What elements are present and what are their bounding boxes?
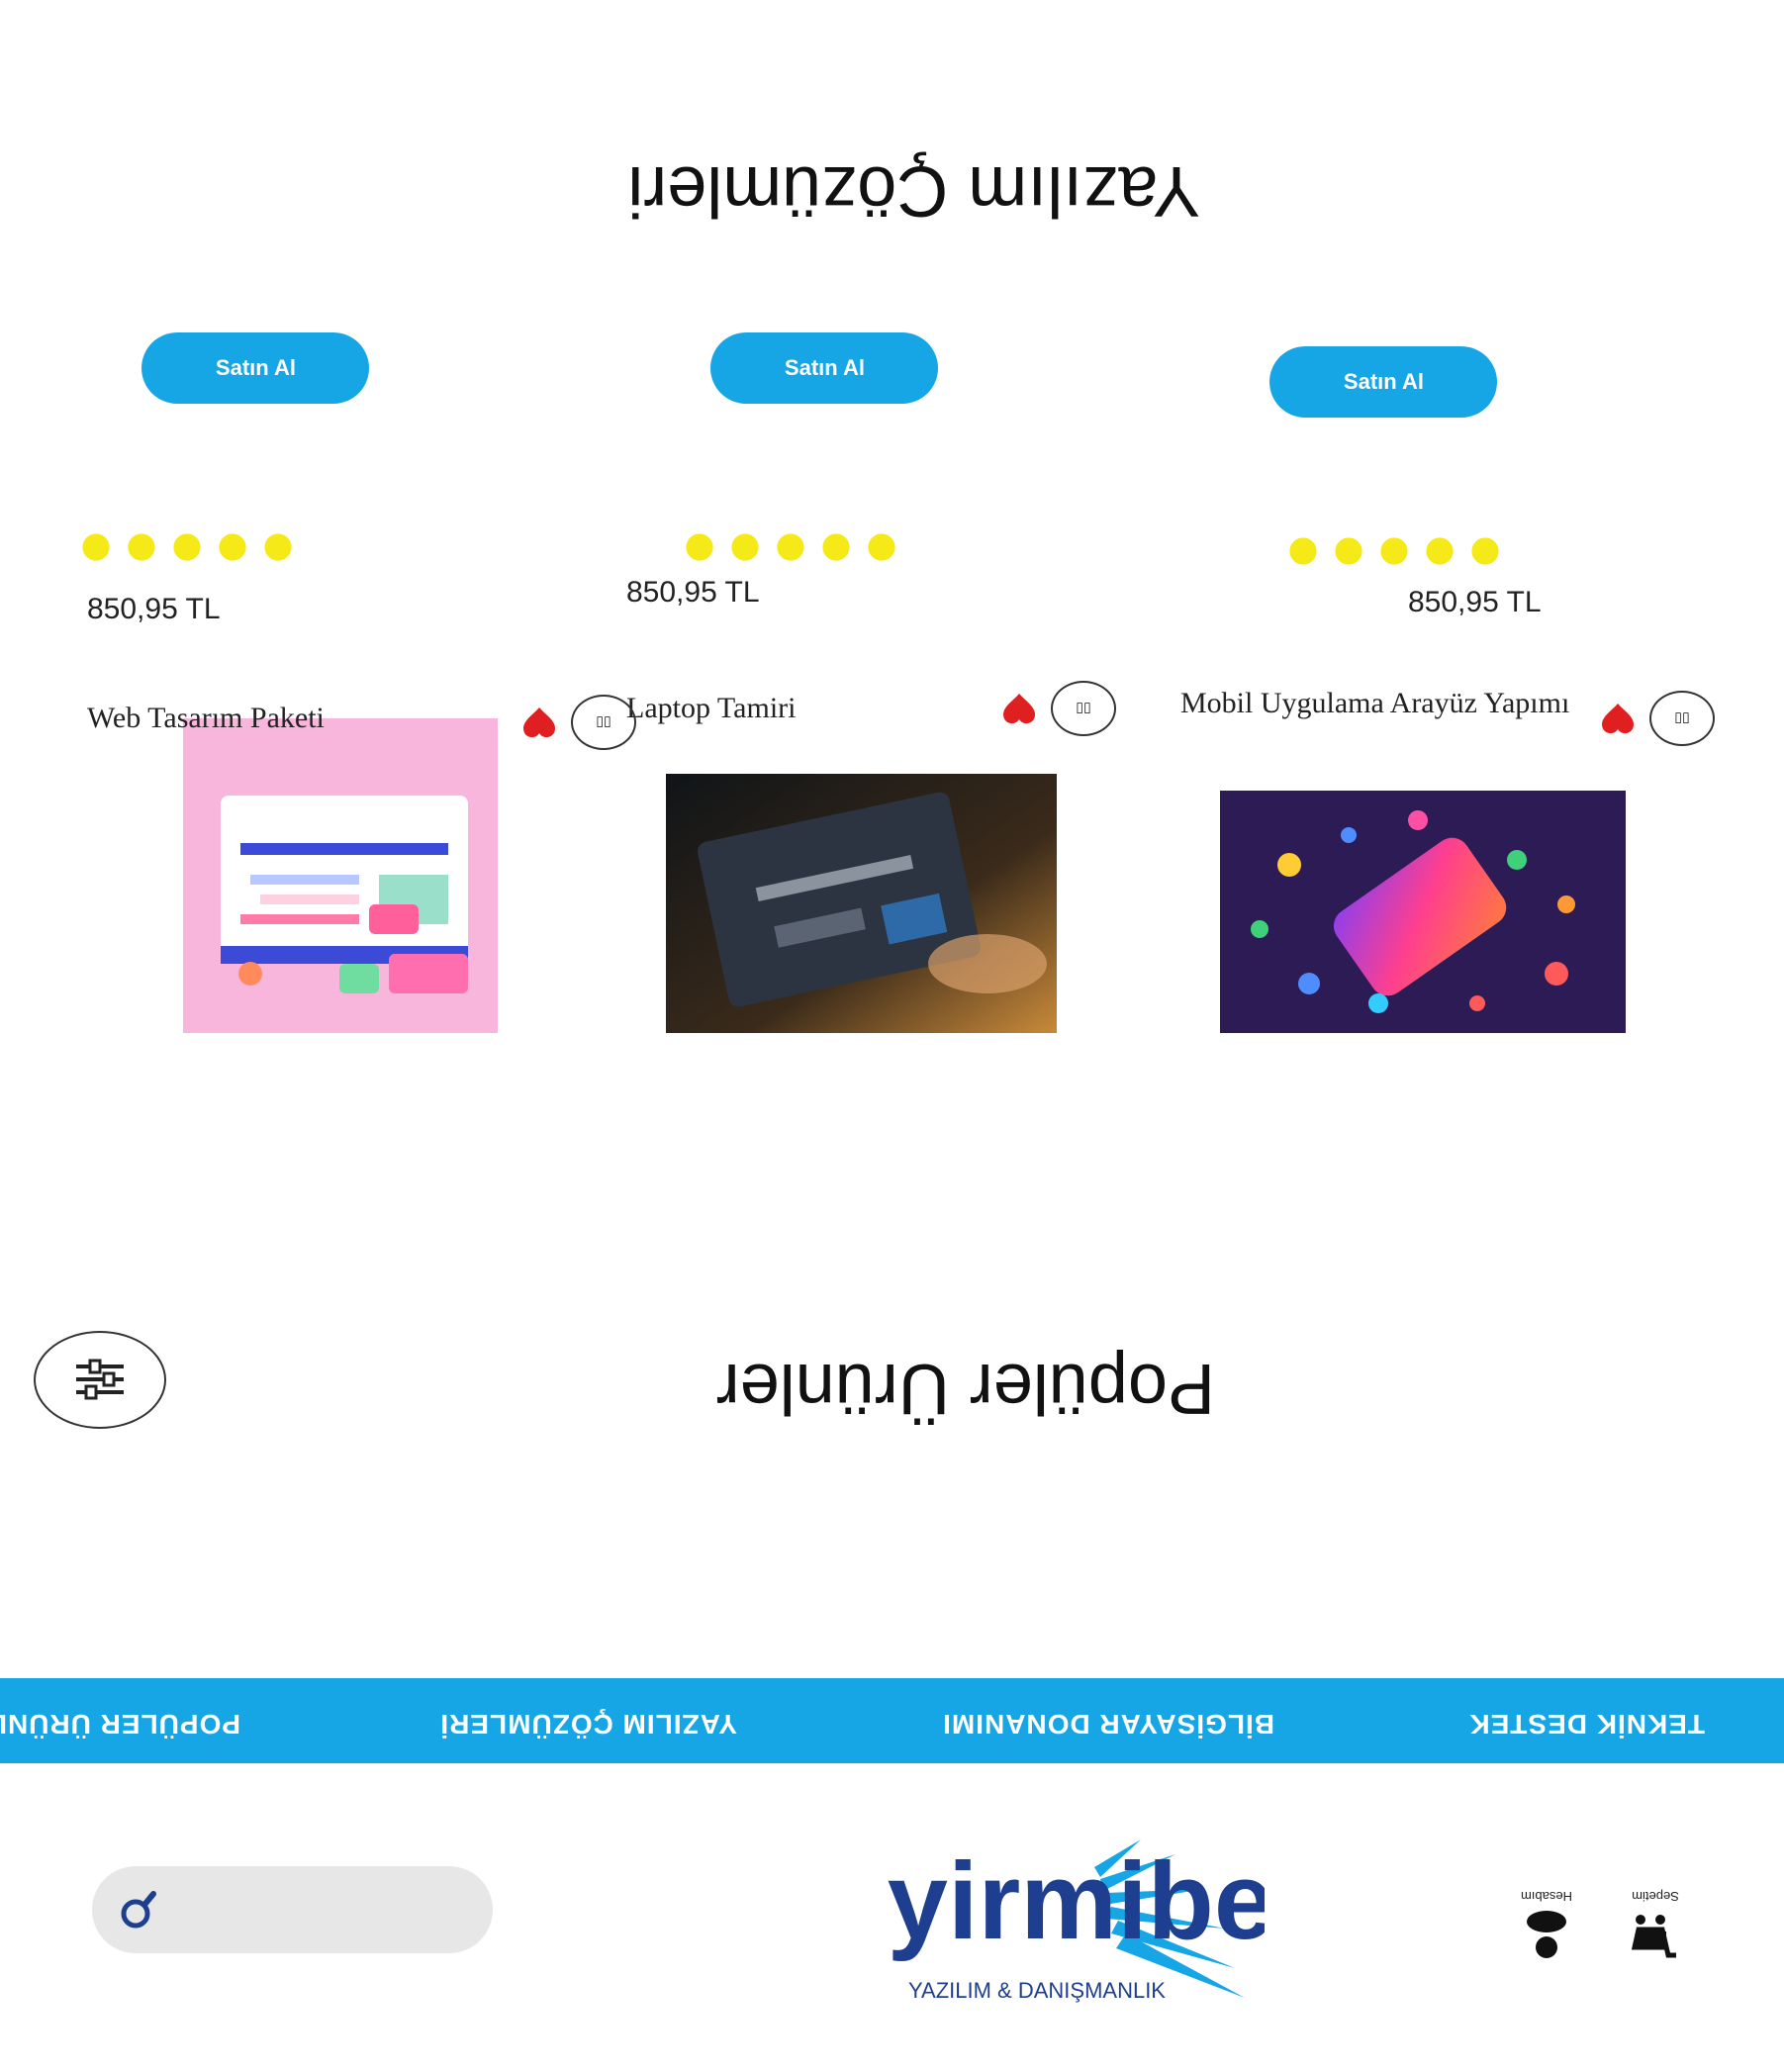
search-input[interactable] [162, 1886, 463, 1931]
buy-button[interactable]: Satın Al [141, 332, 369, 404]
account-label: Hesabım [1520, 1889, 1573, 1904]
filter-button[interactable] [34, 1331, 166, 1429]
buy-button-label: Satın Al [215, 355, 296, 380]
heart-icon[interactable] [1600, 702, 1636, 735]
star-icon [1380, 537, 1408, 565]
star-icon [82, 533, 110, 561]
star-icon [128, 533, 155, 561]
star-icon [686, 533, 713, 561]
product-name[interactable]: Laptop Tamiri [626, 692, 796, 725]
product-rating [79, 530, 295, 564]
header-actions: Sepetim Hesabım [1512, 1884, 1690, 1963]
search-bar [92, 1866, 493, 1953]
star-icon [731, 533, 759, 561]
product-image[interactable] [1220, 791, 1626, 1033]
star-icon [822, 533, 850, 561]
cart-icon [1631, 1915, 1676, 1958]
nav-item-popular[interactable]: POPÜLER ÜRÜNLER [0, 1708, 240, 1740]
logo-subtitle: YAZILIM & DANIŞMANLIK [908, 1978, 1166, 2003]
nav-item-hardware[interactable]: BİLGİSAYAR DONANIMI [942, 1708, 1274, 1740]
search-icon[interactable] [116, 1888, 159, 1931]
product-price: 850,95 TL [626, 576, 760, 609]
product-actions: ▯▯ [521, 695, 636, 750]
buy-button-label: Satın Al [784, 355, 865, 380]
nav-item-software[interactable]: YAZILIM ÇÖZÜMLERİ [439, 1708, 737, 1740]
compare-badge-icon[interactable]: ▯▯ [1051, 681, 1116, 736]
star-icon [868, 533, 895, 561]
buy-button[interactable]: Satın Al [710, 332, 938, 404]
product-price: 850,95 TL [87, 593, 221, 625]
product-image[interactable] [183, 718, 498, 1033]
heart-icon[interactable] [521, 706, 557, 739]
cart-label: Sepetim [1632, 1889, 1679, 1904]
star-icon [264, 533, 292, 561]
logo-wordmark: yirmibeş [888, 1840, 1265, 1962]
heart-icon[interactable] [1001, 692, 1037, 725]
buy-button-label: Satın Al [1343, 369, 1424, 394]
mobile-app-illustration [1220, 791, 1626, 1033]
user-icon [1527, 1911, 1566, 1958]
product-actions: ▯▯ [1600, 691, 1715, 746]
star-icon [1335, 537, 1362, 565]
compare-badge-icon[interactable]: ▯▯ [571, 695, 636, 750]
main-nav: TEKNİK DESTEK BİLGİSAYAR DONANIMI YAZILI… [0, 1678, 1784, 1763]
buy-button[interactable]: Satın Al [1269, 346, 1497, 418]
star-icon [1289, 537, 1317, 565]
product-name[interactable]: Web Tasarım Paketi [87, 702, 325, 735]
product-actions: ▯▯ [1001, 681, 1116, 736]
software-section-title: Yazılım Çözümleri [627, 151, 1200, 231]
filter-sliders-icon [76, 1360, 124, 1400]
product-image[interactable] [666, 774, 1057, 1033]
star-icon [1426, 537, 1454, 565]
nav-item-technical-support[interactable]: TEKNİK DESTEK [1468, 1708, 1705, 1740]
laptop-repair-photo [666, 774, 1057, 1033]
product-name[interactable]: Mobil Uygulama Arayüz Yapımı [1180, 687, 1569, 720]
star-icon [777, 533, 804, 561]
site-logo[interactable]: yirmibeş YAZILIM & DANIŞMANLIK [701, 1830, 1335, 2027]
star-icon [173, 533, 201, 561]
product-rating [683, 530, 898, 564]
popular-section-title: Popüler Ürünler [715, 1349, 1215, 1428]
product-rating [1286, 534, 1502, 568]
product-price: 850,95 TL [1408, 586, 1542, 618]
account-link[interactable]: Hesabım [1512, 1884, 1581, 1963]
star-icon [219, 533, 246, 561]
cart-link[interactable]: Sepetim [1621, 1884, 1690, 1963]
web-design-illustration [183, 718, 498, 1033]
star-icon [1471, 537, 1499, 565]
compare-badge-icon[interactable]: ▯▯ [1649, 691, 1715, 746]
